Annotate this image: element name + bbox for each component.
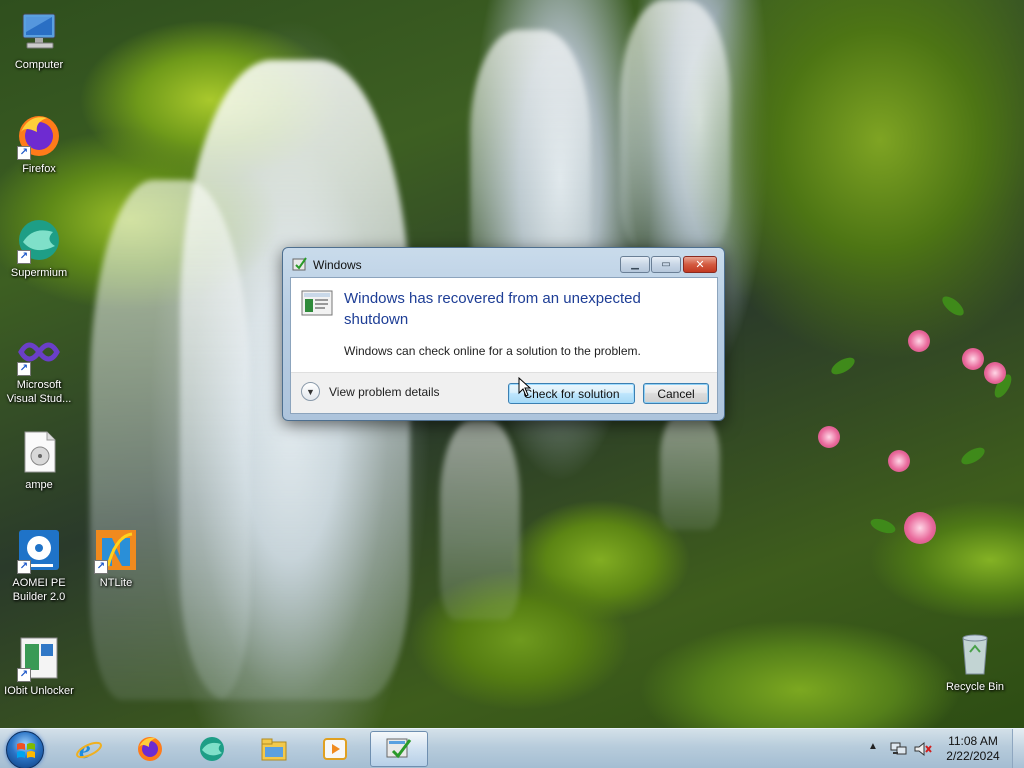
pink-flower — [818, 426, 840, 448]
waterfall-stream — [90, 180, 250, 700]
cancel-button[interactable]: Cancel — [643, 383, 709, 404]
show-hidden-icons-button[interactable]: ▲ — [868, 741, 878, 752]
desktop-icon-label: IObit Unlocker — [4, 685, 74, 697]
system-clock[interactable]: 11:08 AM 2/22/2024 — [940, 734, 1006, 764]
desktop-icon-label: Microsoft Visual Stud... — [6, 379, 72, 405]
desktop-icon-recycle-bin[interactable]: Recycle Bin — [937, 630, 1013, 694]
taskbar-firefox[interactable] — [121, 731, 179, 767]
desktop-icon-computer[interactable]: Computer — [1, 8, 77, 72]
problem-reports-icon — [386, 738, 412, 759]
taskbar: e ▲ 11:08 AM 2/22/2024 — [0, 728, 1024, 768]
dialog-title: Windows — [313, 258, 362, 272]
clock-date: 2/22/2024 — [946, 749, 1000, 763]
firefox-icon — [138, 737, 162, 761]
view-problem-details-toggle[interactable]: ▼ View problem details — [301, 382, 440, 401]
show-desktop-button[interactable] — [1012, 729, 1024, 768]
desktop-icon-ampe[interactable]: ampe — [1, 428, 77, 492]
audio-file-icon — [15, 428, 63, 476]
taskbar-media-player[interactable] — [306, 731, 364, 767]
ntlite-icon: ↗ — [92, 526, 140, 574]
close-icon: ✕ — [695, 259, 705, 271]
firefox-icon: ↗ — [15, 112, 63, 160]
media-player-icon — [323, 738, 347, 760]
waterfall-stream — [660, 410, 720, 530]
pink-flower — [984, 362, 1006, 384]
desktop-icon-label: NTLite — [99, 577, 133, 589]
network-icon[interactable] — [890, 741, 908, 757]
minimize-button[interactable]: ▁ — [620, 256, 650, 273]
desktop-icon-visual-studio[interactable]: ↗ Microsoft Visual Stud... — [1, 328, 77, 406]
shortcut-arrow-icon: ↗ — [17, 362, 31, 376]
supermium-icon — [200, 737, 224, 761]
volume-muted-icon[interactable] — [914, 741, 932, 757]
internet-explorer-icon: e — [76, 735, 102, 763]
iobit-unlocker-icon: ↗ — [15, 634, 63, 682]
shortcut-arrow-icon: ↗ — [17, 250, 31, 264]
desktop-icon-label: AOMEI PE Builder 2.0 — [12, 577, 66, 603]
minimize-icon: ▁ — [631, 259, 639, 270]
dialog-body: Windows has recovered from an unexpected… — [290, 277, 718, 414]
recycle-bin-icon — [951, 630, 999, 678]
pink-flower — [888, 450, 910, 472]
desktop-icon-label: Firefox — [22, 163, 56, 175]
pink-flower — [962, 348, 984, 370]
desktop-icon-label: Supermium — [10, 267, 68, 279]
shortcut-arrow-icon: ↗ — [17, 146, 31, 160]
pink-flower — [904, 512, 936, 544]
desktop-icon-iobit-unlocker[interactable]: ↗ IObit Unlocker — [1, 634, 77, 698]
start-button[interactable] — [6, 731, 44, 768]
shortcut-arrow-icon: ↗ — [17, 668, 31, 682]
desktop-icon-label: Recycle Bin — [945, 681, 1005, 693]
taskbar-file-explorer[interactable] — [245, 731, 303, 767]
taskbar-supermium[interactable] — [183, 731, 241, 767]
problem-reports-icon — [292, 257, 307, 271]
details-label: View problem details — [329, 384, 440, 399]
taskbar-problem-reports[interactable] — [370, 731, 428, 767]
dialog-titlebar[interactable]: Windows ▁ ▭ ✕ — [283, 248, 724, 278]
waterfall-stream — [440, 420, 520, 620]
maximize-button[interactable]: ▭ — [651, 256, 681, 273]
desktop-icon-firefox[interactable]: ↗ Firefox — [1, 112, 77, 176]
taskbar-internet-explorer[interactable]: e — [60, 731, 118, 767]
chevron-down-icon: ▼ — [301, 382, 320, 401]
maximize-icon: ▭ — [661, 259, 671, 270]
recovery-dialog: Windows ▁ ▭ ✕ Windows has recovered from… — [282, 247, 725, 421]
dialog-message: Windows can check online for a solution … — [344, 344, 641, 358]
pink-flower — [908, 330, 930, 352]
desktop-icon-ntlite[interactable]: ↗ NTLite — [78, 526, 154, 590]
dialog-heading: Windows has recovered from an unexpected… — [344, 290, 641, 328]
clock-time: 11:08 AM — [948, 734, 998, 748]
supermium-icon: ↗ — [15, 216, 63, 264]
shortcut-arrow-icon: ↗ — [17, 560, 31, 574]
dialog-footer: ▼ View problem details Check for solutio… — [291, 372, 717, 413]
close-button[interactable]: ✕ — [683, 256, 717, 273]
waterfall-stream — [620, 0, 730, 250]
desktop-icon-label: ampe — [25, 479, 53, 491]
windows-logo-icon — [17, 743, 35, 758]
desktop-icon-supermium[interactable]: ↗ Supermium — [1, 216, 77, 280]
desktop-icon-label: Computer — [14, 59, 64, 71]
aomei-icon: ↗ — [15, 526, 63, 574]
mouse-cursor-icon — [518, 377, 532, 397]
visual-studio-icon: ↗ — [15, 328, 63, 376]
problem-reports-icon — [301, 290, 333, 316]
desktop-icon-aomei[interactable]: ↗ AOMEI PE Builder 2.0 — [1, 526, 77, 604]
shortcut-arrow-icon: ↗ — [94, 560, 108, 574]
file-explorer-icon — [261, 738, 287, 761]
computer-icon — [15, 8, 63, 56]
